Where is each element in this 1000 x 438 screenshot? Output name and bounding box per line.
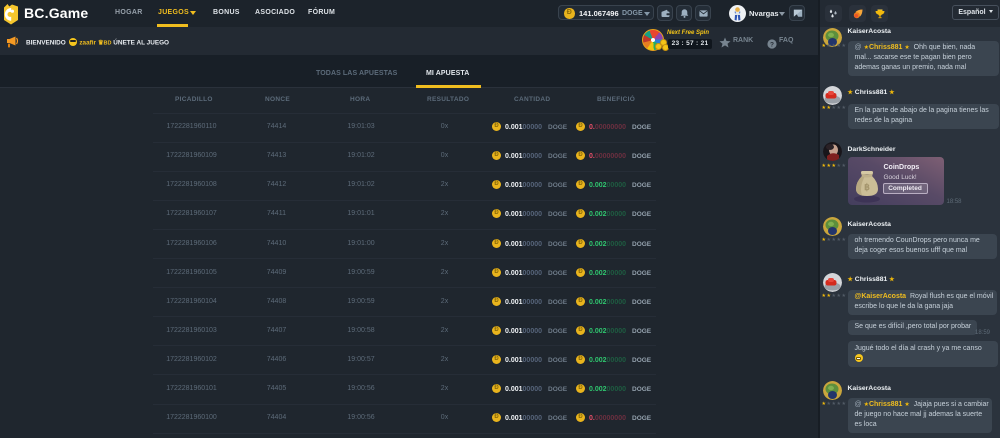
svg-text:?: ? bbox=[770, 41, 774, 48]
svg-text:฿: ฿ bbox=[864, 182, 870, 192]
